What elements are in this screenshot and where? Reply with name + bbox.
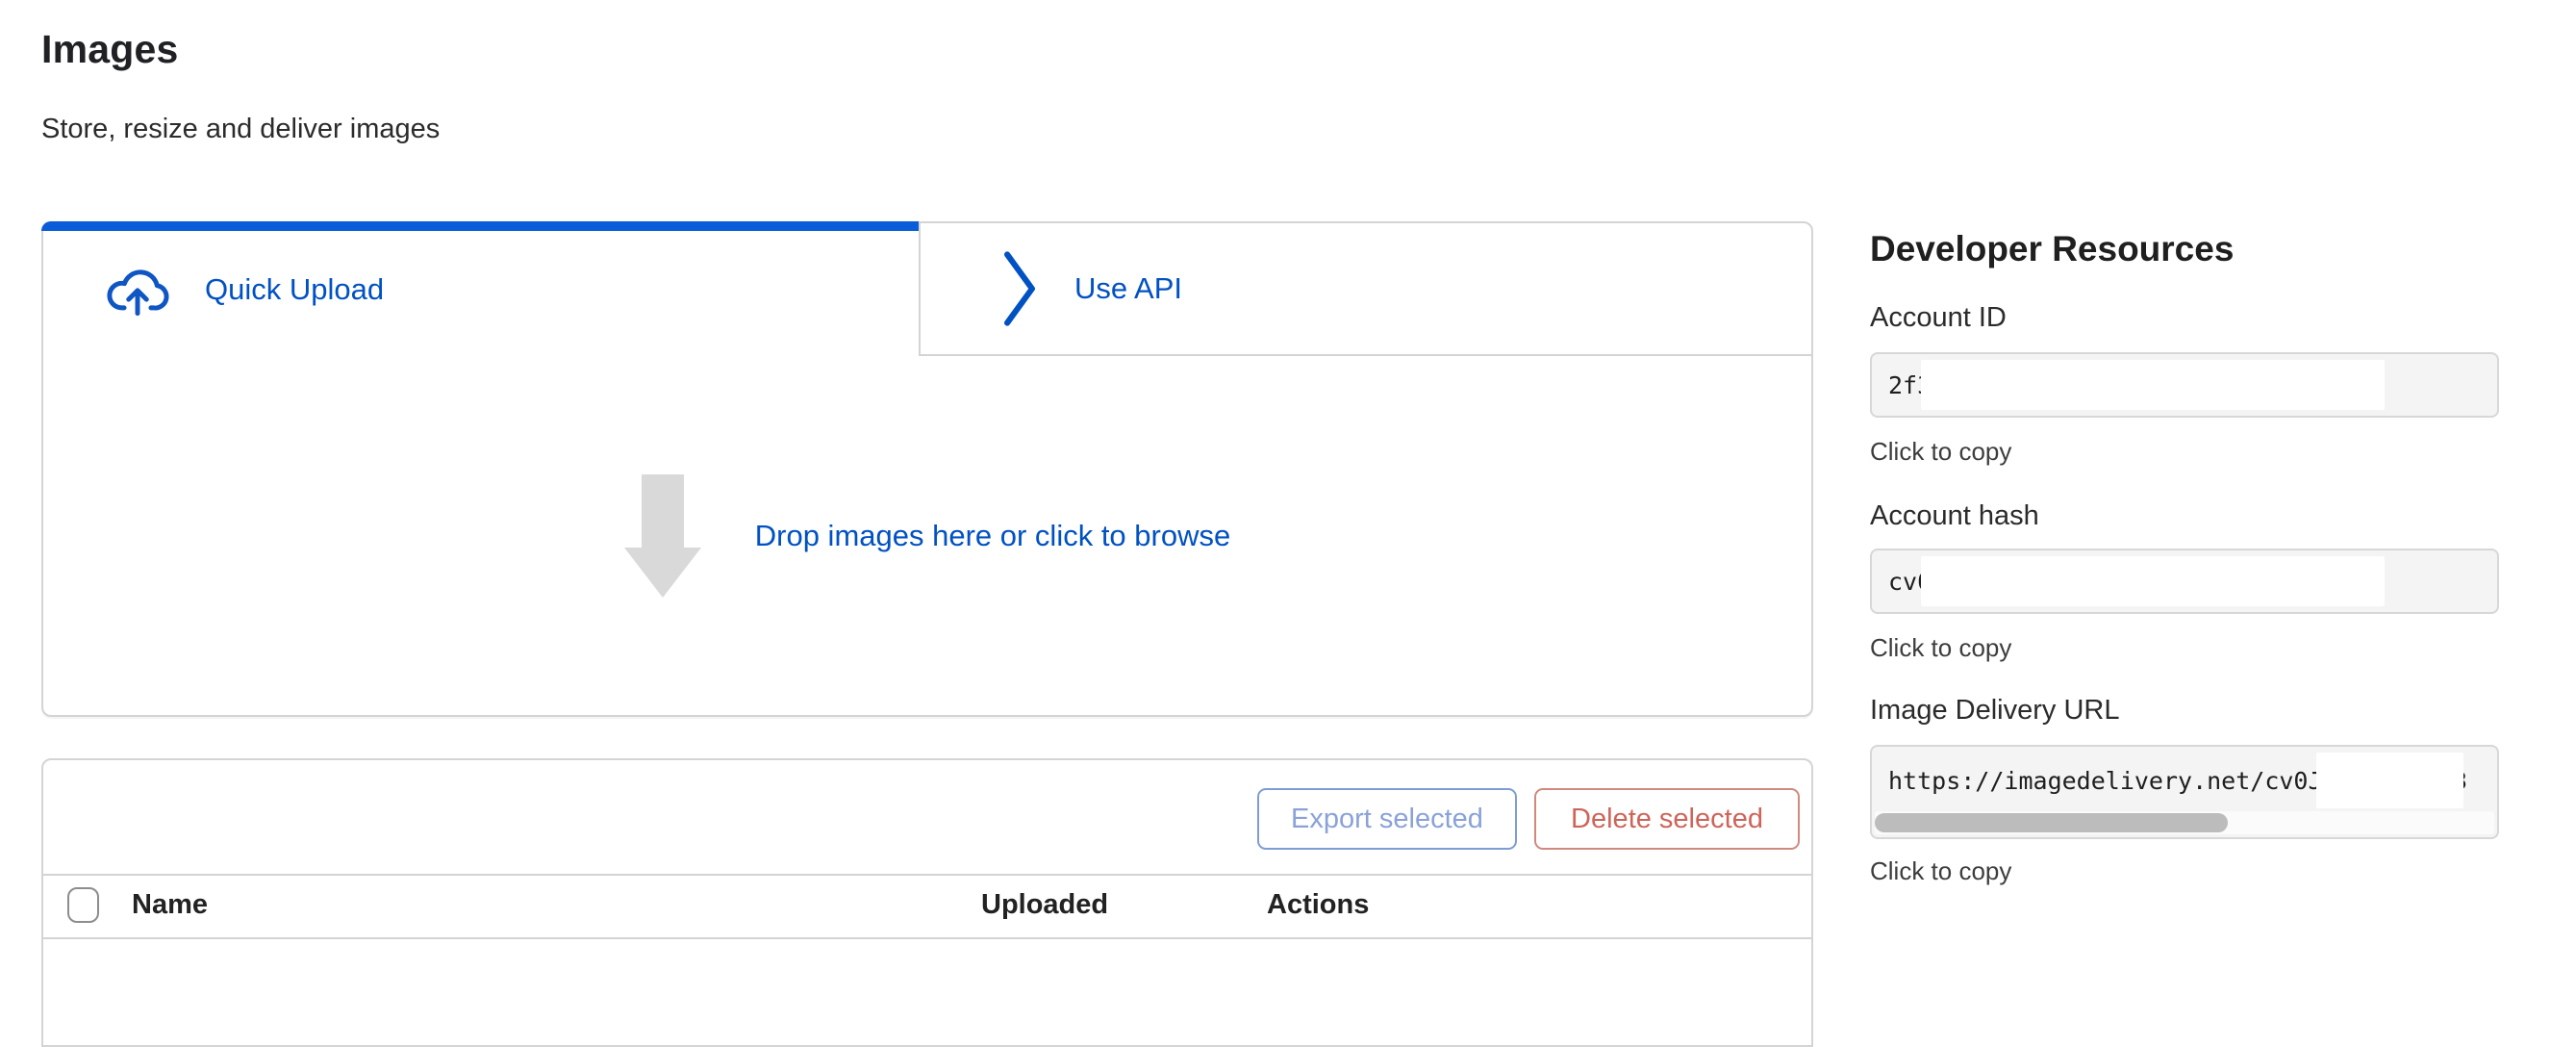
redaction-overlay: [1921, 556, 2385, 606]
list-toolbar: Export selected Delete selected: [43, 760, 1811, 876]
image-delivery-url-value: https://imagedelivery.net/cv0JSj: [1888, 747, 2352, 814]
image-list-card: Export selected Delete selected Name Upl…: [41, 758, 1813, 1047]
upload-card: Quick Upload Use API Drop images here or…: [41, 221, 1813, 717]
column-header-name: Name: [132, 889, 208, 921]
active-tab-indicator: [41, 221, 919, 231]
account-hash-label: Account hash: [1870, 500, 2039, 532]
tab-quick-upload-label: Quick Upload: [205, 272, 384, 307]
tab-use-api-label: Use API: [1074, 271, 1182, 306]
image-delivery-url-label: Image Delivery URL: [1870, 695, 2119, 727]
account-id-field[interactable]: 2f3d: [1870, 352, 2499, 418]
image-delivery-url-click-to-copy: Click to copy: [1870, 856, 2011, 886]
chevron-right-icon: [998, 248, 1042, 329]
cloud-upload-icon: [103, 262, 172, 318]
column-header-actions: Actions: [1267, 889, 1369, 921]
account-id-label: Account ID: [1870, 302, 2007, 334]
arrow-down-icon: [624, 474, 701, 598]
tab-use-api[interactable]: Use API: [921, 223, 1811, 356]
account-id-click-to-copy: Click to copy: [1870, 437, 2011, 467]
tab-bar: Quick Upload Use API: [43, 223, 1811, 356]
horizontal-scrollbar[interactable]: [1875, 811, 2494, 834]
image-dropzone[interactable]: Drop images here or click to browse: [43, 356, 1811, 715]
redaction-overlay: [2316, 753, 2463, 808]
page-subtitle: Store, resize and deliver images: [41, 114, 440, 145]
developer-resources-title: Developer Resources: [1870, 229, 2234, 269]
table-header-row: Name Uploaded Actions: [43, 874, 1811, 939]
scrollbar-thumb[interactable]: [1875, 813, 2228, 832]
export-selected-button[interactable]: Export selected: [1257, 788, 1517, 850]
delete-selected-button[interactable]: Delete selected: [1534, 788, 1800, 850]
image-delivery-url-field[interactable]: https://imagedelivery.net/cv0JSj 3: [1870, 745, 2499, 839]
select-all-checkbox[interactable]: [67, 887, 99, 923]
account-hash-click-to-copy: Click to copy: [1870, 633, 2011, 663]
page-title: Images: [41, 27, 179, 72]
redaction-overlay: [1921, 360, 2385, 410]
column-header-uploaded: Uploaded: [981, 889, 1108, 921]
tab-quick-upload[interactable]: Quick Upload: [43, 223, 921, 356]
dropzone-label: Drop images here or click to browse: [755, 519, 1230, 553]
account-hash-field[interactable]: cv0J: [1870, 549, 2499, 614]
